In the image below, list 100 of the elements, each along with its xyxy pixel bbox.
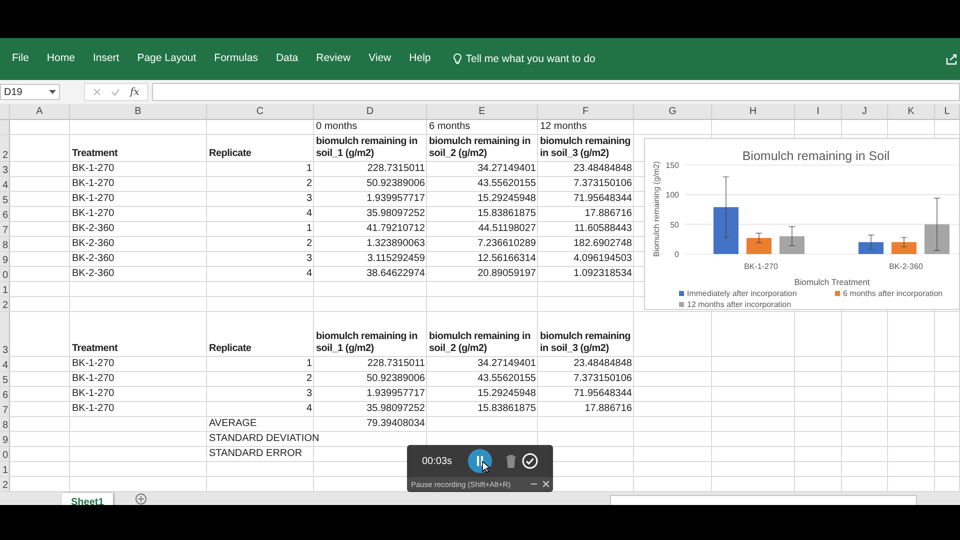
column-header[interactable]: F (538, 104, 634, 120)
table-cell: 7.373150106 (574, 373, 632, 385)
horizontal-scrollbar[interactable] (610, 495, 917, 505)
table-cell: 79.39408034 (366, 418, 425, 430)
bar (892, 242, 916, 254)
trash-icon[interactable] (506, 454, 516, 468)
column-header[interactable]: I (795, 104, 842, 120)
row-header[interactable]: 8 (0, 417, 10, 431)
tell-me-field[interactable]: Tell me what you want to do (446, 52, 602, 66)
column-heading: Replicate (209, 343, 252, 355)
row-header[interactable]: 5 (0, 192, 10, 206)
table-cell: 34.27149401 (478, 358, 536, 370)
done-icon[interactable] (522, 453, 538, 469)
table-cell: 2 (306, 178, 312, 190)
row-header[interactable]: 4 (0, 357, 10, 371)
table-cell: BK-2-360 (72, 253, 114, 265)
column-header[interactable]: J (842, 104, 888, 120)
close-icon[interactable] (543, 481, 549, 487)
row-header[interactable]: 1 (0, 282, 10, 296)
table-cell: 7.236610289 (478, 238, 536, 250)
table-cell: 43.55620155 (478, 178, 536, 190)
column-heading: biomulch remaining in soil_1 (g/m2) (316, 136, 418, 160)
table-cell: 23.48484848 (574, 358, 632, 370)
bar (858, 242, 884, 254)
column-header[interactable]: H (712, 104, 795, 120)
table-cell: BK-1-270 (72, 403, 114, 415)
table-cell: 1.939957717 (366, 193, 425, 205)
ribbon-tab[interactable]: Review (308, 50, 359, 68)
ribbon-tab[interactable]: Home (38, 50, 83, 68)
table-cell: 182.6902748 (574, 238, 632, 250)
table-cell: 7.373150106 (574, 178, 632, 190)
ribbon-tab[interactable]: Insert (84, 50, 128, 68)
column-header[interactable]: E (427, 104, 538, 120)
minimize-icon[interactable] (531, 481, 537, 487)
row-header[interactable]: 7 (0, 222, 10, 236)
table-cell: 4 (306, 268, 312, 280)
column-header[interactable]: K (888, 104, 935, 120)
table-cell: 15.83861875 (478, 208, 536, 220)
ribbon-tab[interactable]: View (360, 50, 400, 68)
column-header[interactable]: D (314, 104, 427, 120)
table-cell: 0 months (316, 121, 358, 133)
row-header[interactable]: 0 (0, 267, 10, 281)
add-sheet-icon[interactable] (134, 493, 147, 505)
table-cell: 3.115292459 (367, 253, 425, 265)
x-axis-title: Biomulch Treatment (794, 277, 870, 287)
row-header[interactable]: 0 (0, 447, 10, 461)
row-header[interactable]: 5 (0, 372, 10, 386)
ribbon-tab[interactable]: Page Layout (129, 50, 204, 68)
column-header[interactable]: A (10, 104, 70, 120)
legend-swatch (679, 291, 684, 296)
row-header[interactable]: 9 (0, 432, 10, 446)
table-cell: 44.51198027 (478, 223, 536, 235)
column-header[interactable]: L (935, 104, 960, 120)
table-cell: 17.886716 (584, 208, 632, 220)
ribbon-tab[interactable]: Formulas (206, 50, 266, 68)
column-header[interactable]: B (70, 104, 207, 120)
share-icon[interactable] (946, 53, 958, 65)
row-header[interactable]: 9 (0, 252, 10, 266)
ribbon-tab[interactable]: File (4, 50, 37, 68)
table-cell: BK-1-270 (72, 388, 114, 400)
table-cell: STANDARD DEVIATION (209, 433, 320, 445)
row-header[interactable]: 8 (0, 237, 10, 251)
lightbulb-icon (452, 53, 462, 65)
row-header[interactable]: 2 (0, 477, 10, 491)
table-cell: AVERAGE (209, 418, 257, 430)
column-header[interactable]: C (207, 104, 314, 120)
row-header[interactable]: 4 (0, 177, 10, 191)
axis-tick-label: 0 (674, 250, 679, 259)
insert-function-button[interactable]: fx (130, 86, 140, 98)
table-cell: 20.89059197 (478, 268, 536, 280)
name-box[interactable]: D19 (0, 84, 60, 100)
table-cell: 34.27149401 (478, 163, 536, 175)
row-header[interactable]: 6 (0, 387, 10, 401)
cursor-icon (482, 461, 490, 473)
table-cell: 50.92389006 (366, 373, 425, 385)
formula-input[interactable] (152, 83, 960, 101)
row-header[interactable]: 3 (0, 162, 10, 176)
column-heading: biomulch remaining in soil_1 (g/m2) (316, 331, 418, 355)
table-cell: BK-1-270 (72, 208, 114, 220)
row-header[interactable]: 7 (0, 402, 10, 416)
table-cell: 11.60588443 (574, 223, 632, 235)
row-header[interactable]: 2 (0, 297, 10, 311)
table-cell: 3 (306, 253, 312, 265)
row-header[interactable]: 6 (0, 207, 10, 221)
pause-button[interactable] (468, 449, 492, 473)
table-cell: 15.29245948 (478, 388, 536, 400)
table-cell: 12.56166314 (478, 253, 536, 265)
row-header[interactable]: 1 (0, 462, 10, 476)
ribbon-tab[interactable]: Help (401, 50, 439, 68)
sheet-tab[interactable]: Sheet1 (62, 493, 113, 505)
table-cell: 4 (306, 208, 312, 220)
recording-timer: 00:03s (422, 456, 454, 466)
legend-label: 12 months after incorporation (687, 300, 792, 309)
table-cell: 1.323890063 (366, 238, 425, 250)
column-header[interactable]: G (634, 104, 712, 120)
row-header[interactable]: 3 (0, 312, 10, 356)
cancel-icon[interactable] (93, 88, 101, 96)
ribbon-tab[interactable]: Data (268, 50, 306, 68)
check-icon[interactable] (111, 88, 120, 96)
row-header[interactable]: 2 (0, 135, 10, 161)
